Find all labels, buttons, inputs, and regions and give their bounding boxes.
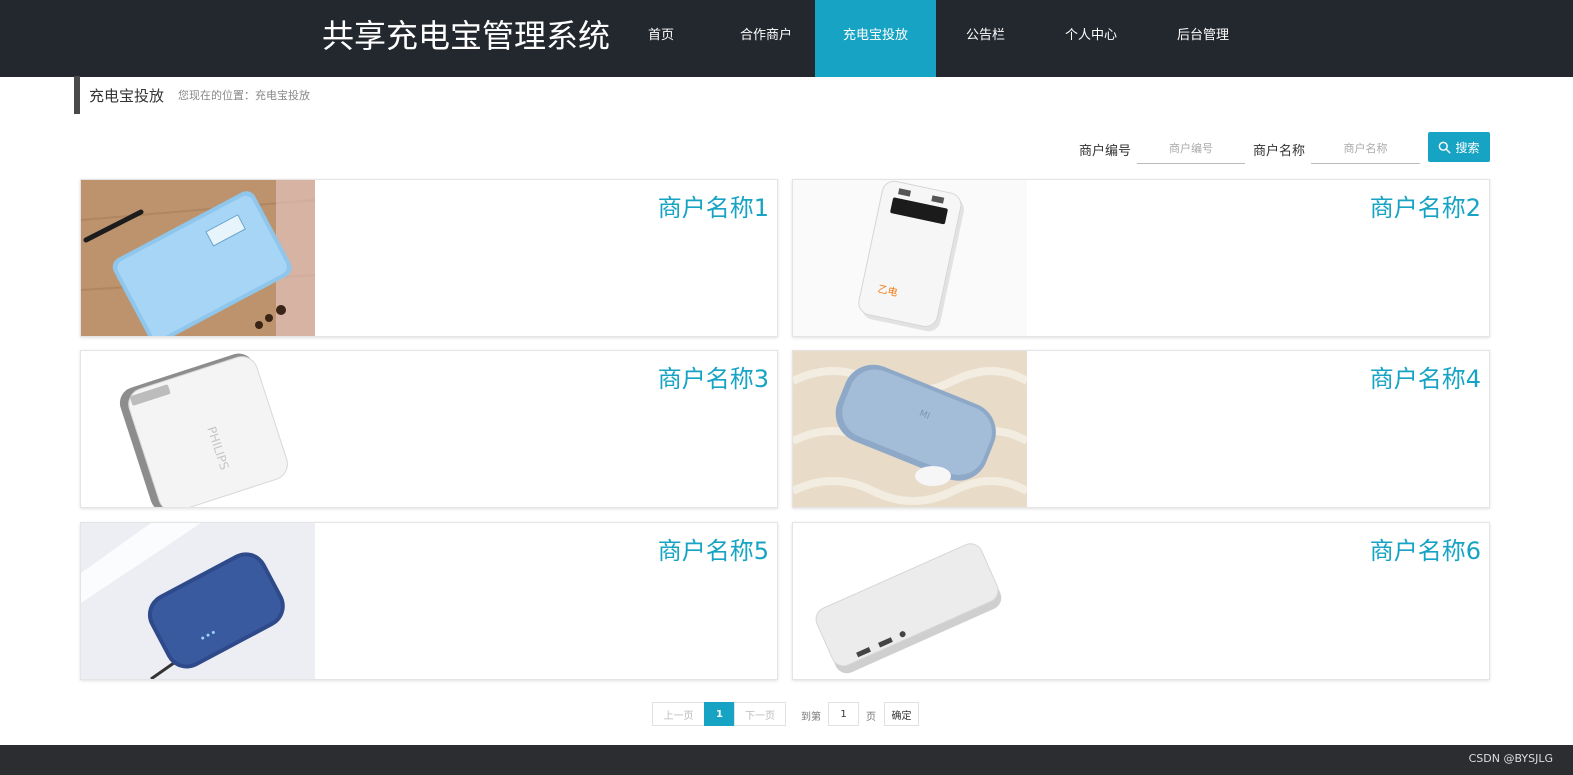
light-blue-power-bank-image	[81, 180, 315, 336]
search-button[interactable]: 搜索	[1428, 132, 1490, 162]
merchant-card[interactable]: 商户名称1	[80, 179, 778, 337]
site-title: 共享充电宝管理系统	[322, 17, 611, 55]
merchant-card[interactable]: PHILIPS 商户名称3	[80, 350, 778, 508]
merchant-name: 商户名称2	[1369, 194, 1481, 222]
nav-item-home[interactable]: 首页	[605, 0, 717, 77]
merchant-name: 商户名称4	[1369, 365, 1481, 393]
page-title: 充电宝投放	[89, 86, 165, 105]
goto-page-label: 到第	[801, 712, 821, 723]
footer: CSDN @BYSJLG	[0, 745, 1573, 775]
nav-item-personal-center[interactable]: 个人中心	[1035, 0, 1147, 77]
search-icon	[1439, 141, 1451, 154]
mi-power-bank-image: MI	[793, 351, 1027, 507]
nav-item-powerbank-deploy[interactable]: 充电宝投放	[815, 0, 936, 77]
merchant-card[interactable]: 乙电 商户名称2	[792, 179, 1490, 337]
philips-power-bank-image: PHILIPS	[81, 351, 315, 507]
breadcrumb: 充电宝投放 您现在的位置：充电宝投放	[74, 76, 310, 114]
merchant-name-input[interactable]	[1311, 133, 1420, 164]
card-image	[81, 180, 315, 336]
nav-item-notice-board[interactable]: 公告栏	[936, 0, 1035, 77]
merchant-card[interactable]: 商户名称6	[792, 522, 1490, 680]
white-slim-power-bank-image	[793, 523, 1027, 679]
navy-power-bank-image	[81, 523, 315, 679]
current-location: 您现在的位置：充电宝投放	[178, 89, 311, 102]
merchant-name: 商户名称3	[657, 365, 769, 393]
search-button-label: 搜索	[1455, 140, 1480, 155]
goto-confirm-button[interactable]: 确定	[884, 702, 919, 726]
merchant-no-input[interactable]	[1137, 133, 1245, 164]
merchant-card[interactable]: MI 商户名称4	[792, 350, 1490, 508]
main-nav: 首页 合作商户 充电宝投放 公告栏 个人中心 后台管理	[605, 0, 1259, 77]
card-image	[793, 523, 1027, 679]
merchant-name: 商户名称5	[657, 537, 769, 565]
nav-item-admin[interactable]: 后台管理	[1147, 0, 1259, 77]
prev-page-button[interactable]: 上一页	[652, 702, 705, 726]
card-image: PHILIPS	[81, 351, 315, 507]
white-power-bank-image: 乙电	[793, 180, 1027, 336]
top-header: 共享充电宝管理系统 首页 合作商户 充电宝投放 公告栏 个人中心 后台管理	[0, 0, 1573, 77]
page-unit-label: 页	[866, 712, 876, 723]
merchant-name-label: 商户名称	[1253, 144, 1306, 159]
merchant-name: 商户名称6	[1369, 537, 1481, 565]
card-image: 乙电	[793, 180, 1027, 336]
card-image: MI	[793, 351, 1027, 507]
goto-page-input[interactable]	[828, 702, 859, 726]
current-page-button[interactable]: 1	[704, 702, 735, 726]
footer-credit: CSDN @BYSJLG	[1468, 752, 1553, 765]
merchant-card[interactable]: 商户名称5	[80, 522, 778, 680]
card-image	[81, 523, 315, 679]
next-page-button[interactable]: 下一页	[734, 702, 786, 726]
merchant-name: 商户名称1	[657, 194, 769, 222]
merchant-no-label: 商户编号	[1079, 144, 1132, 159]
nav-item-partners[interactable]: 合作商户	[717, 0, 815, 77]
